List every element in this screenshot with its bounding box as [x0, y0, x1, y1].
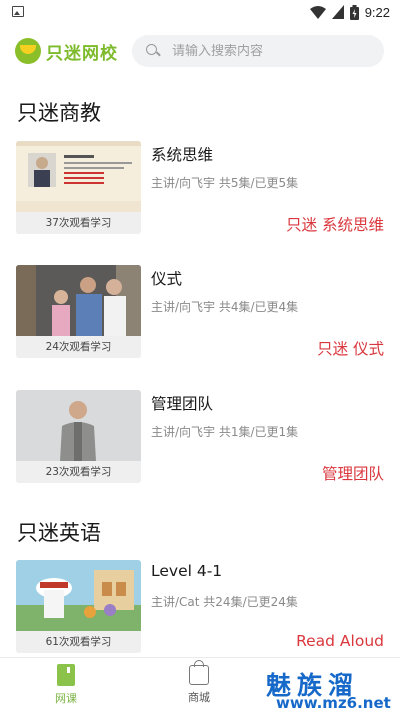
view-count: 23次观看学习	[16, 461, 141, 483]
course-thumbnail: 23次观看学习	[16, 390, 141, 483]
image-icon	[12, 6, 24, 17]
course-title: Level 4-1	[151, 562, 223, 580]
course-tag: Read Aloud	[296, 632, 384, 650]
course-cover-image	[16, 141, 141, 212]
view-count: 37次观看学习	[16, 212, 141, 234]
logo-icon	[15, 38, 41, 64]
status-bar: 9:22	[0, 0, 400, 24]
battery-icon	[349, 4, 359, 20]
search-input[interactable]	[172, 43, 372, 59]
book-icon	[57, 664, 75, 686]
course-title: 系统思维	[151, 146, 214, 164]
app-logo: 只迷网校	[15, 38, 118, 64]
shopping-bag-icon	[189, 660, 209, 685]
course-card[interactable]: 61次观看学习 Level 4-1 主讲/Cat 共24集/已更24集 Read…	[0, 560, 400, 660]
section-title: 只迷商教	[17, 101, 101, 125]
course-thumbnail: 24次观看学习	[16, 265, 141, 358]
wifi-icon	[309, 5, 326, 19]
nav-item-shop[interactable]: 商城	[159, 660, 239, 705]
course-cover-image	[16, 560, 141, 631]
clock: 9:22	[364, 4, 390, 20]
section-title: 只迷英语	[17, 521, 101, 545]
course-thumbnail: 61次观看学习	[16, 560, 141, 653]
course-card[interactable]: 23次观看学习 管理团队 主讲/向飞宇 共1集/已更1集 管理团队	[0, 390, 400, 490]
sim-icon	[331, 5, 344, 19]
course-meta: 主讲/Cat 共24集/已更24集	[151, 595, 298, 609]
course-meta: 主讲/向飞宇 共5集/已更5集	[151, 176, 299, 190]
course-tag: 只迷 系统思维	[286, 216, 384, 234]
course-thumbnail: 37次观看学习	[16, 141, 141, 234]
nav-item-courses[interactable]: 网课	[26, 664, 106, 706]
course-tag: 管理团队	[321, 465, 384, 483]
course-card[interactable]: 24次观看学习 仪式 主讲/向飞宇 共4集/已更4集 只迷 仪式	[0, 265, 400, 365]
view-count: 24次观看学习	[16, 336, 141, 358]
watermark-url: www.mz6.net	[276, 694, 391, 711]
nav-label: 商城	[188, 691, 210, 704]
course-title: 管理团队	[151, 395, 214, 413]
course-cover-image	[16, 265, 141, 336]
course-card[interactable]: 37次观看学习 系统思维 主讲/向飞宇 共5集/已更5集 只迷 系统思维	[0, 141, 400, 241]
course-meta: 主讲/向飞宇 共1集/已更1集	[151, 425, 299, 439]
search-bar[interactable]	[132, 35, 384, 67]
status-icons: 9:22	[309, 3, 390, 21]
nav-label: 网课	[55, 692, 77, 705]
watermark: 魅族溜 www.mz6.net	[262, 666, 400, 711]
search-icon	[146, 44, 160, 58]
course-cover-image	[16, 390, 141, 461]
logo-text: 只迷网校	[46, 43, 118, 64]
view-count: 61次观看学习	[16, 631, 141, 653]
course-tag: 只迷 仪式	[317, 340, 384, 358]
course-title: 仪式	[151, 270, 183, 288]
course-meta: 主讲/向飞宇 共4集/已更4集	[151, 300, 299, 314]
